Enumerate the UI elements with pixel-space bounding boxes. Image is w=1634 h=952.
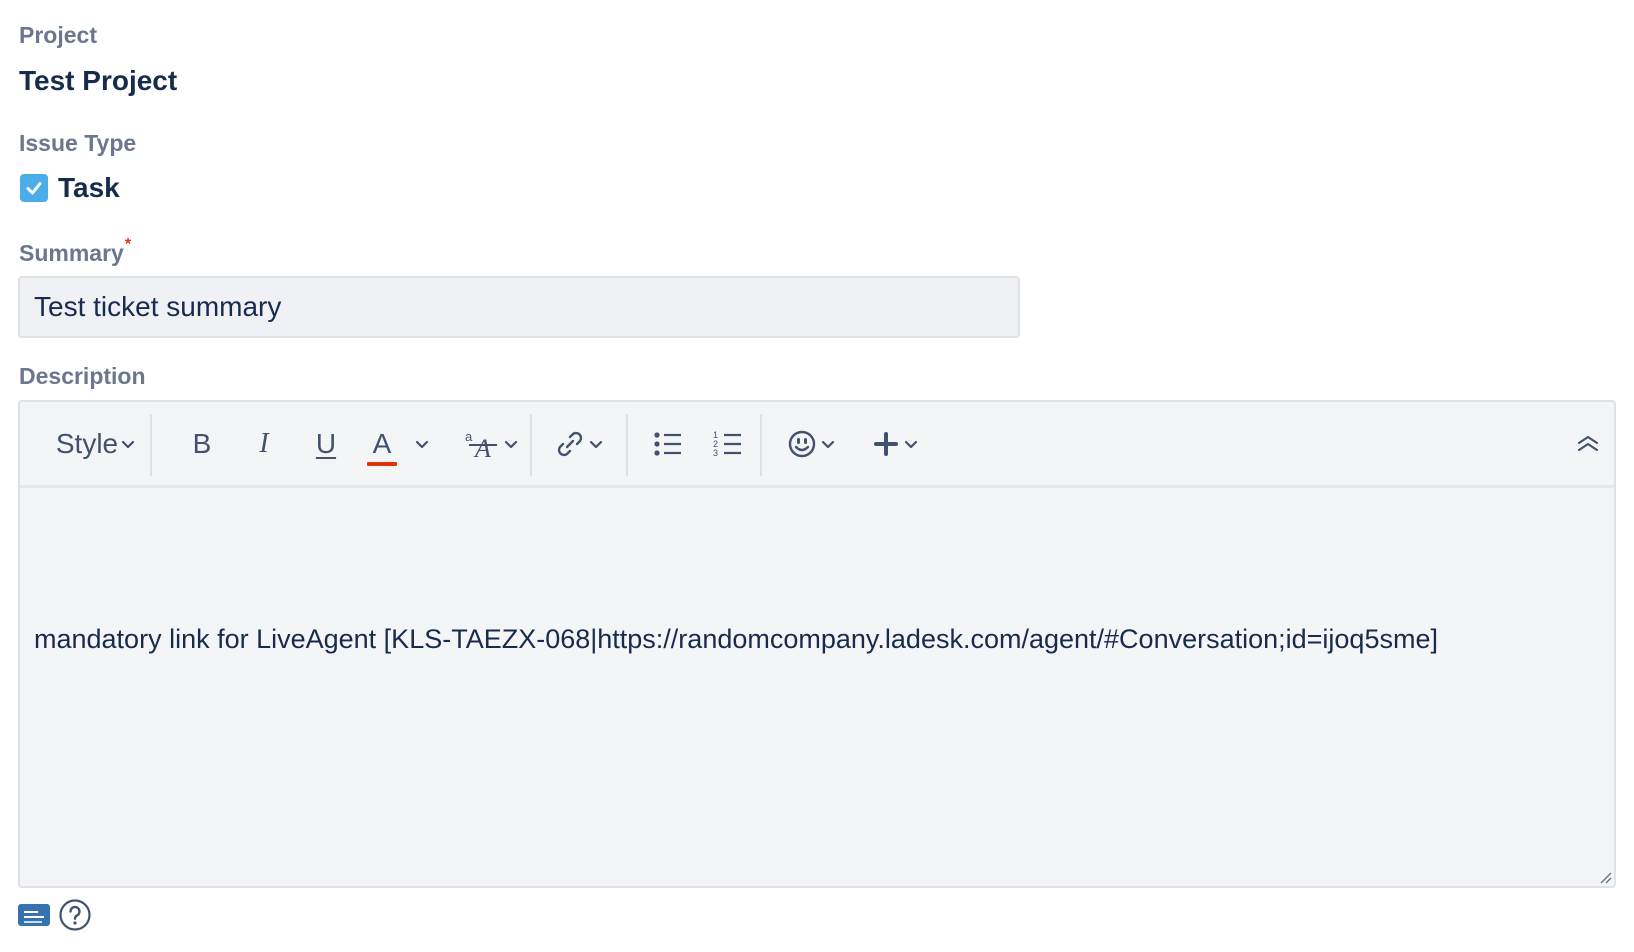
description-textarea[interactable]: mandatory link for LiveAgent [KLS-TAEZX-…	[20, 488, 1614, 886]
style-dropdown[interactable]: Style	[42, 422, 150, 466]
create-issue-form: Project Test Project Issue Type Task Sum…	[0, 0, 1634, 952]
numbered-list-button[interactable]: 1 2 3	[706, 422, 750, 466]
editor-footer	[18, 898, 92, 932]
help-icon[interactable]	[58, 898, 92, 932]
underline-button[interactable]: U	[304, 422, 348, 466]
numbered-list-icon: 1 2 3	[713, 430, 741, 458]
summary-input[interactable]	[18, 276, 1020, 338]
text-color-button[interactable]: A	[364, 422, 450, 466]
svg-text:3: 3	[713, 448, 718, 458]
bullet-list-icon	[654, 432, 681, 456]
toolbar-separator	[626, 414, 628, 476]
chevron-down-icon	[904, 440, 918, 449]
underline-icon: U	[315, 428, 337, 459]
bold-icon: B	[192, 428, 212, 459]
description-content: mandatory link for LiveAgent [KLS-TAEZX-…	[34, 624, 1438, 654]
text-color-swatch	[367, 462, 397, 466]
text-color-icon: A	[364, 428, 400, 466]
bold-button[interactable]: B	[180, 422, 224, 466]
collapse-toolbar-button[interactable]	[1570, 422, 1606, 466]
chevron-down-icon	[415, 440, 429, 449]
text-effects-icon: a A	[465, 429, 497, 461]
italic-button[interactable]: I	[242, 422, 286, 466]
text-effects-button[interactable]: a A	[458, 422, 524, 466]
plus-icon	[874, 432, 898, 456]
project-label: Project	[19, 22, 97, 48]
bullet-list-button[interactable]	[646, 422, 690, 466]
editor-toolbar: Style B I U A a A 1 2 3	[20, 402, 1614, 488]
collapse-toolbar-icon	[1577, 435, 1599, 452]
resize-handle-icon[interactable]	[1596, 868, 1612, 884]
wiki-markup-icon[interactable]	[18, 902, 50, 928]
svg-text:a: a	[465, 429, 473, 444]
toolbar-separator	[150, 414, 152, 476]
summary-label: Summary*	[19, 236, 131, 267]
checkbox-icon	[20, 174, 48, 202]
link-button[interactable]	[546, 422, 612, 466]
svg-text:A: A	[473, 434, 491, 461]
toolbar-separator	[760, 414, 762, 476]
emoji-icon	[788, 430, 816, 458]
style-dropdown-label: Style	[55, 428, 119, 459]
chevron-down-icon	[122, 440, 135, 449]
insert-more-button[interactable]	[866, 422, 926, 466]
link-icon	[557, 431, 583, 457]
description-label: Description	[19, 363, 146, 389]
summary-label-text: Summary	[19, 240, 124, 266]
emoji-button[interactable]	[778, 422, 844, 466]
project-value: Test Project	[19, 65, 178, 96]
chevron-down-icon	[589, 440, 603, 449]
text-color-glyph: A	[372, 428, 392, 459]
description-editor: Style B I U A a A 1 2 3 mandatory link f…	[18, 400, 1616, 888]
chevron-down-icon	[821, 440, 835, 449]
issue-type-label: Issue Type	[19, 130, 137, 156]
issue-type-value: Task	[58, 172, 120, 203]
toolbar-separator	[530, 414, 532, 476]
required-marker: *	[124, 236, 132, 253]
chevron-down-icon	[504, 440, 518, 449]
italic-icon: I	[259, 428, 269, 459]
